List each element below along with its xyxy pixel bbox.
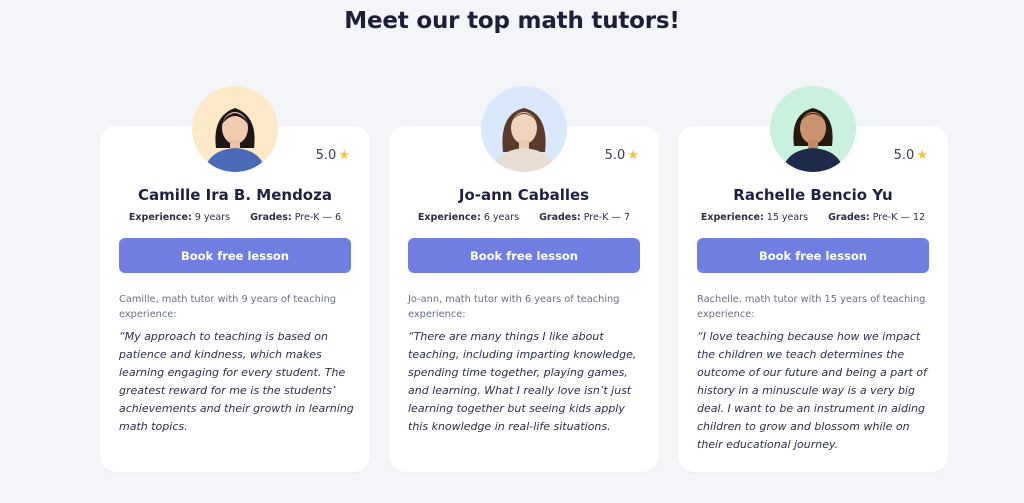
tutor-intro: Jo-ann, math tutor with 6 years of teach… bbox=[408, 294, 620, 320]
experience-label: Experience: bbox=[128, 212, 192, 223]
tutor-card: 5.0 ★ Rachelle Bencio Yu Experience: 15 … bbox=[678, 86, 948, 472]
tutor-meta: Experience: 9 years Grades: Pre-K — 6 bbox=[100, 212, 370, 223]
rating-value: 5.0 bbox=[893, 148, 915, 163]
grades-label: Grades: bbox=[539, 212, 581, 223]
tutor-card: 5.0 ★ Camille Ira B. Mendoza Experience:… bbox=[100, 86, 370, 472]
rating: 5.0 ★ bbox=[316, 148, 350, 163]
star-icon: ★ bbox=[916, 148, 928, 163]
rating-value: 5.0 bbox=[315, 148, 337, 163]
tutor-avatar bbox=[481, 86, 567, 172]
grades-value: Pre-K — 7 bbox=[583, 212, 631, 223]
tutor-quote: “I love teaching because how we impact t… bbox=[697, 330, 927, 451]
rating: 5.0 ★ bbox=[894, 148, 928, 163]
grades-value: Pre-K — 6 bbox=[294, 212, 342, 223]
experience-value: 15 years bbox=[766, 212, 809, 223]
tutor-meta: Experience: 6 years Grades: Pre-K — 7 bbox=[389, 212, 659, 223]
tutor-intro: Camille, math tutor with 9 years of teac… bbox=[119, 294, 337, 320]
tutor-avatar bbox=[770, 86, 856, 172]
star-icon: ★ bbox=[338, 148, 350, 163]
tutor-intro: Rachelle, math tutor with 15 years of te… bbox=[697, 294, 926, 320]
book-free-lesson-button[interactable]: Book free lesson bbox=[697, 238, 929, 273]
experience-value: 9 years bbox=[194, 212, 231, 223]
experience-label: Experience: bbox=[700, 212, 764, 223]
book-free-lesson-button[interactable]: Book free lesson bbox=[119, 238, 351, 273]
tutor-card: 5.0 ★ Jo-ann Caballes Experience: 6 year… bbox=[389, 86, 659, 472]
experience-value: 6 years bbox=[483, 212, 520, 223]
grades-label: Grades: bbox=[828, 212, 870, 223]
tutor-meta: Experience: 15 years Grades: Pre-K — 12 bbox=[678, 212, 948, 223]
experience-label: Experience: bbox=[417, 212, 481, 223]
rating-value: 5.0 bbox=[604, 148, 626, 163]
tutor-name: Camille Ira B. Mendoza bbox=[138, 186, 332, 204]
section-heading: Meet our top math tutors! bbox=[344, 8, 680, 34]
tutor-name: Jo-ann Caballes bbox=[458, 186, 590, 204]
rating: 5.0 ★ bbox=[605, 148, 639, 163]
grades-value: Pre-K — 12 bbox=[872, 212, 926, 223]
star-icon: ★ bbox=[627, 148, 639, 163]
tutor-name: Rachelle Bencio Yu bbox=[733, 186, 893, 204]
grades-label: Grades: bbox=[250, 212, 292, 223]
tutor-quote: “There are many things I like about teac… bbox=[408, 330, 637, 433]
tutor-avatar bbox=[192, 86, 278, 172]
tutor-quote: “My approach to teaching is based on pat… bbox=[119, 330, 354, 433]
book-free-lesson-button[interactable]: Book free lesson bbox=[408, 238, 640, 273]
